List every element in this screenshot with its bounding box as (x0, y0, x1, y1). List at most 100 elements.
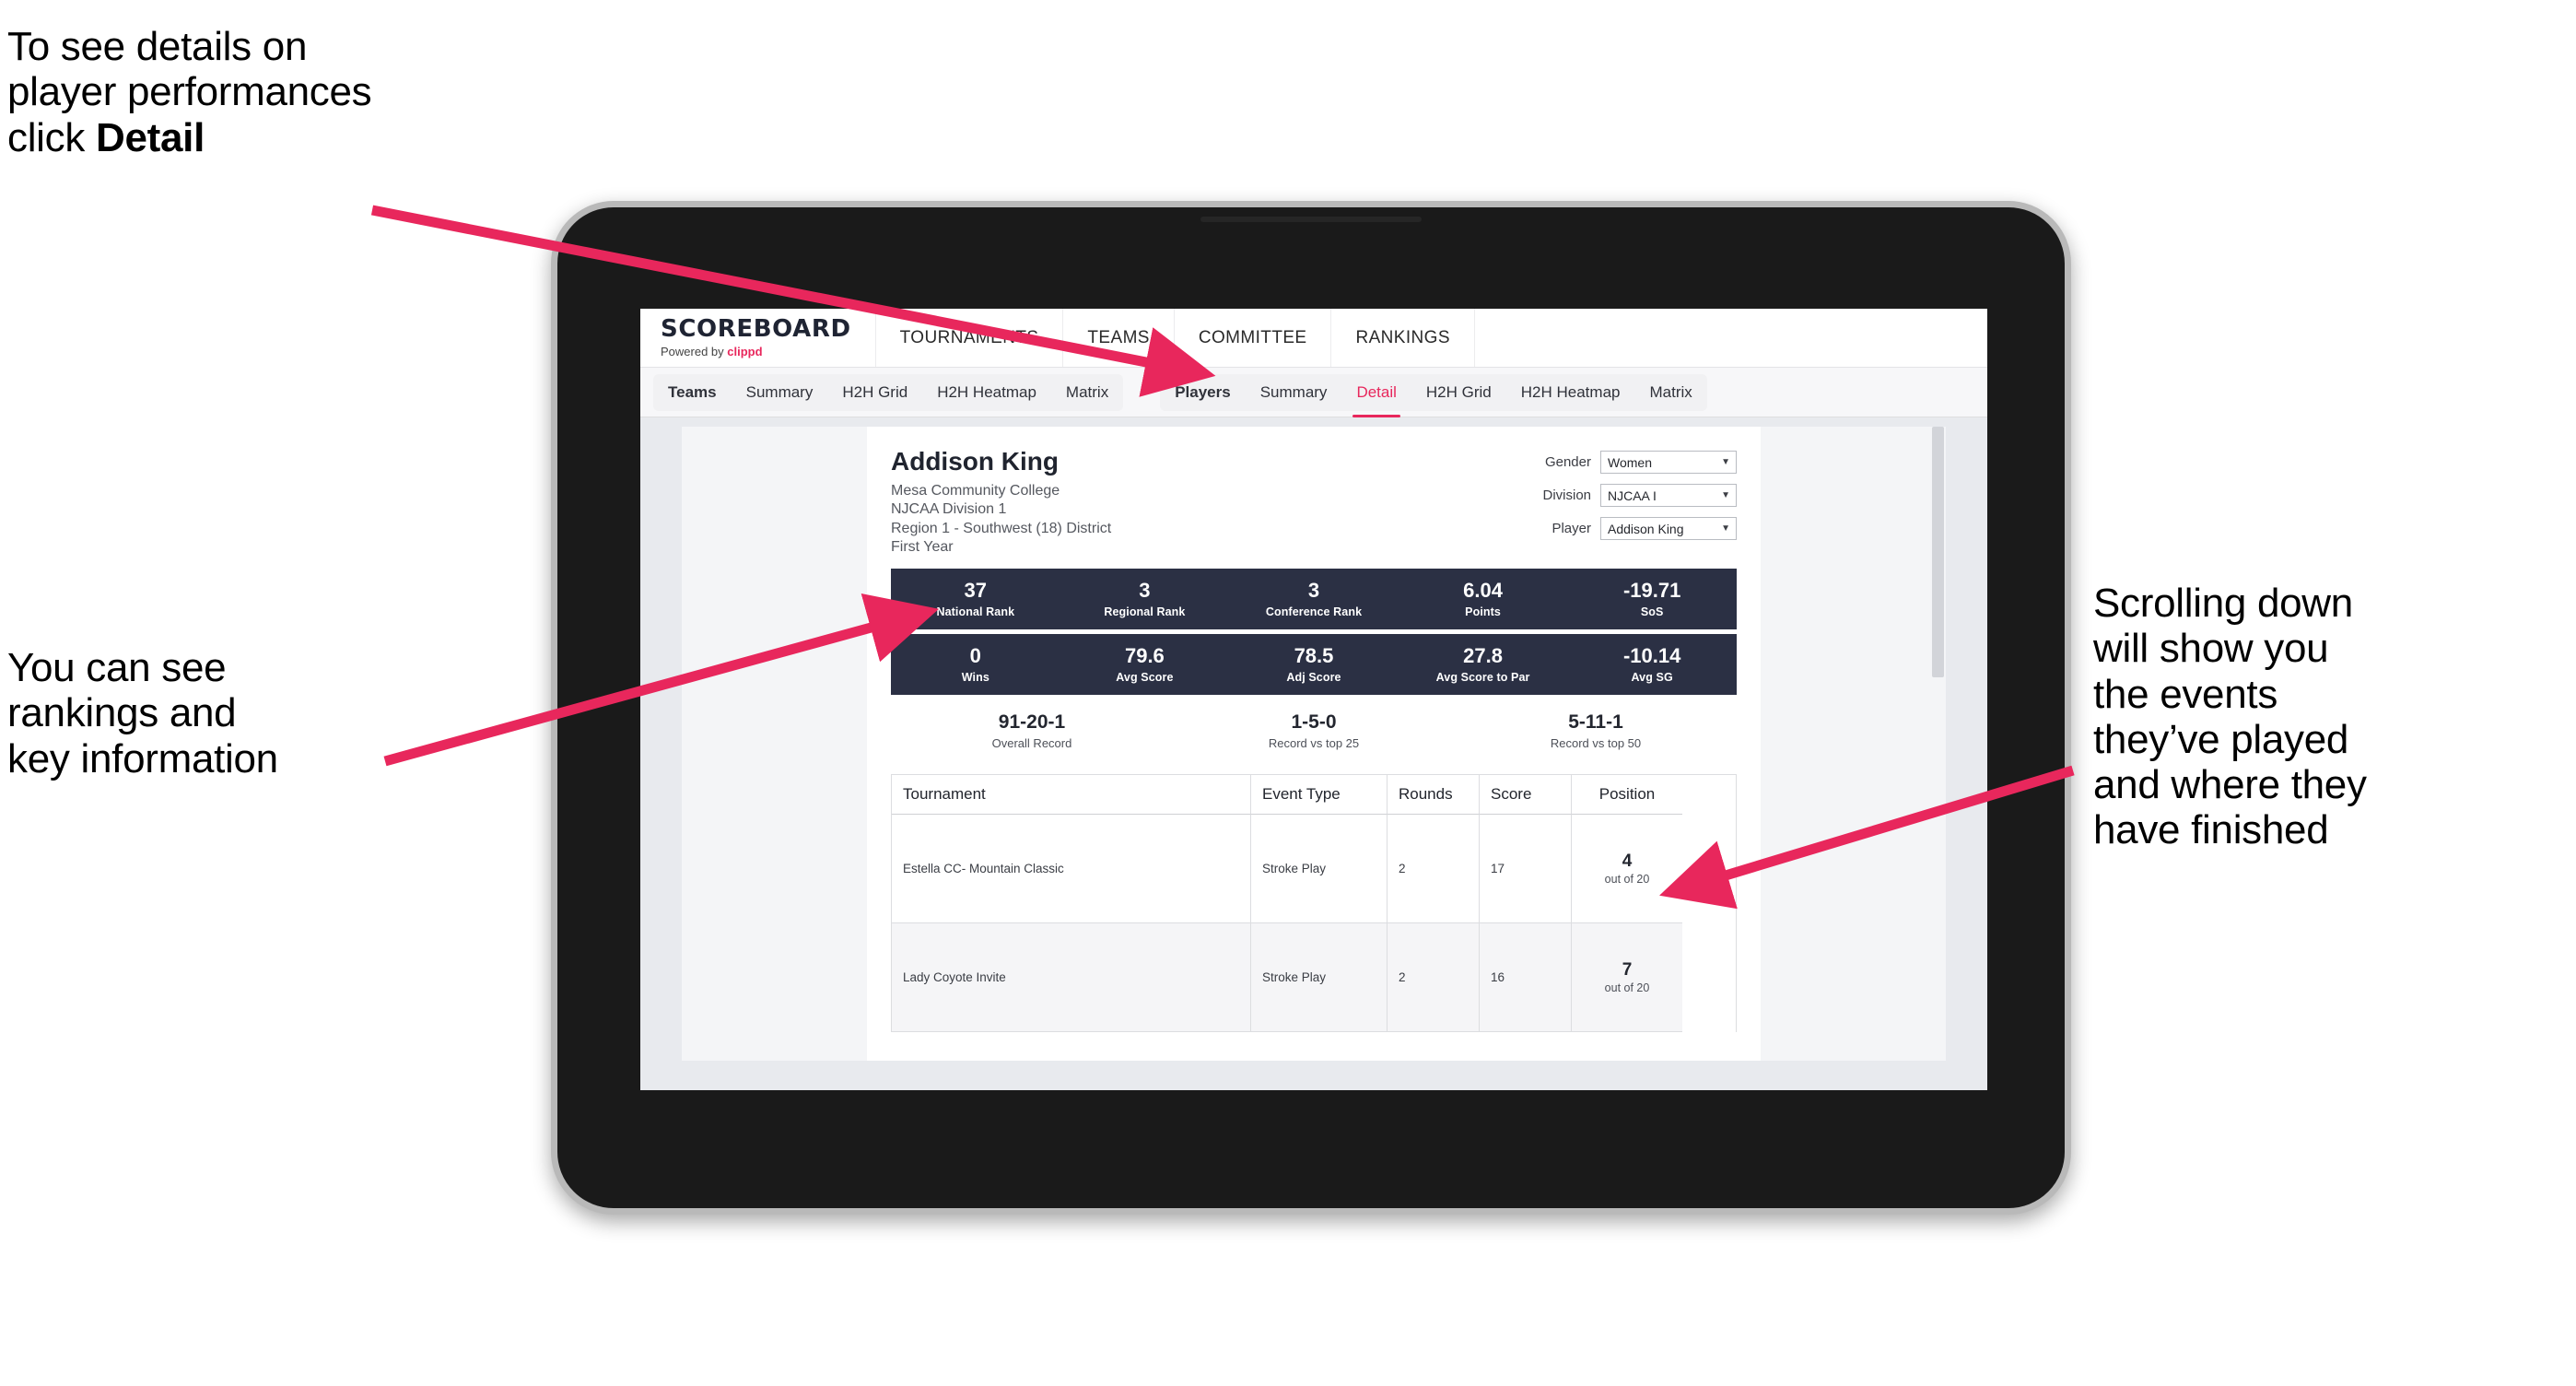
dashboard-body: Addison King Mesa Community College NJCA… (640, 417, 1987, 1090)
player-identity: Addison King Mesa Community College NJCA… (891, 447, 1111, 558)
record-label: Record vs top 25 (1268, 736, 1360, 751)
player-year: First Year (891, 539, 954, 556)
app-header: SCOREBOARD Powered by clippd TOURNAMENTS… (640, 309, 1987, 368)
stat-label: Avg SG (1631, 670, 1673, 684)
tablet-device-frame: SCOREBOARD Powered by clippd TOURNAMENTS… (551, 201, 2071, 1215)
nav-item-rankings[interactable]: RANKINGS (1331, 309, 1475, 367)
chevron-down-icon: ▼ (1721, 457, 1730, 467)
filter-gender: Gender Women ▼ (1542, 451, 1737, 474)
filter-panel: Gender Women ▼ Division NJCAA I ▼ Player… (1542, 447, 1737, 558)
cell-score: 17 (1480, 815, 1572, 924)
chevron-down-icon: ▼ (1721, 490, 1730, 500)
filter-player: Player Addison King ▼ (1542, 517, 1737, 540)
stat-conference-rank: 3 Conference Rank (1229, 578, 1399, 618)
nav-item-teams[interactable]: TEAMS (1063, 309, 1175, 367)
teams-tab-group: Teams Summary H2H Grid H2H Heatmap Matri… (653, 373, 1124, 411)
cell-position-subtext: out of 20 (1604, 981, 1650, 994)
stat-value: 79.6 (1124, 643, 1165, 667)
stat-label: Regional Rank (1104, 605, 1186, 618)
primary-nav: TOURNAMENTS TEAMS COMMITTEE RANKINGS (876, 309, 1475, 367)
record-value: 5-11-1 (1568, 711, 1623, 733)
stat-label: SoS (1640, 605, 1664, 618)
filter-player-value: Addison King (1608, 521, 1684, 536)
tournaments-table: Tournament Event Type Rounds Score Posit… (891, 774, 1737, 1033)
tab-players-h2h-grid[interactable]: H2H Grid (1411, 374, 1506, 411)
cell-position-subtext: out of 20 (1604, 872, 1650, 886)
cell-tournament: Lady Coyote Invite (892, 923, 1251, 1033)
filter-player-select[interactable]: Addison King ▼ (1600, 517, 1737, 540)
record-overall: 91-20-1 Overall Record (891, 711, 1173, 750)
tab-players-detail[interactable]: Detail (1341, 374, 1411, 417)
filter-gender-select[interactable]: Women ▼ (1600, 451, 1737, 474)
tab-teams-h2h-grid[interactable]: H2H Grid (827, 374, 922, 411)
tab-players-summary[interactable]: Summary (1246, 374, 1342, 411)
stat-label: Adj Score (1286, 670, 1341, 684)
stat-value: -10.14 (1622, 643, 1681, 667)
vertical-scrollbar[interactable] (1932, 427, 1944, 677)
stat-value: 37 (964, 578, 988, 602)
filter-division-select[interactable]: NJCAA I ▼ (1600, 484, 1737, 507)
table-row[interactable]: Estella CC- Mountain Classic Stroke Play… (892, 815, 1736, 924)
cell-position: 7 out of 20 (1572, 923, 1682, 1033)
table-row[interactable]: Lady Coyote Invite Stroke Play 2 16 7 ou… (892, 923, 1736, 1033)
cell-tournament: Estella CC- Mountain Classic (892, 815, 1251, 924)
tab-players-h2h-heatmap[interactable]: H2H Heatmap (1506, 374, 1635, 411)
stat-label: National Rank (936, 605, 1015, 618)
cell-score: 16 (1480, 923, 1572, 1033)
report-canvas: Addison King Mesa Community College NJCA… (682, 427, 1946, 1061)
record-vs-top-50: 5-11-1 Record vs top 50 (1455, 711, 1737, 750)
filter-division: Division NJCAA I ▼ (1542, 484, 1737, 507)
brand-title: SCOREBOARD (661, 315, 851, 343)
tab-teams-h2h-heatmap[interactable]: H2H Heatmap (922, 374, 1051, 411)
stat-avg-score: 79.6 Avg Score (1060, 643, 1230, 684)
nav-item-committee[interactable]: COMMITTEE (1175, 309, 1332, 367)
filter-gender-value: Women (1608, 454, 1652, 470)
stat-value: 0 (969, 643, 981, 667)
cell-rounds: 2 (1388, 923, 1480, 1033)
column-header-tournament: Tournament (892, 775, 1251, 816)
player-name: Addison King (891, 447, 1059, 476)
record-vs-top-25: 1-5-0 Record vs top 25 (1173, 711, 1455, 750)
tab-teams-matrix[interactable]: Matrix (1051, 374, 1123, 411)
record-label: Record vs top 50 (1550, 736, 1642, 751)
slide-canvas: To see details on player performances cl… (0, 0, 2576, 1386)
cell-position: 4 out of 20 (1572, 815, 1682, 924)
table-body: Estella CC- Mountain Classic Stroke Play… (892, 815, 1736, 1033)
tab-teams[interactable]: Teams (653, 374, 732, 411)
stats-row-primary: 37 National Rank 3 Regional Rank 3 Confe… (891, 568, 1737, 629)
cell-position-value: 4 (1622, 852, 1633, 872)
player-region: Region 1 - Southwest (18) District (891, 520, 1112, 536)
tablet-screen: SCOREBOARD Powered by clippd TOURNAMENTS… (640, 309, 1987, 1090)
column-header-rounds: Rounds (1388, 775, 1480, 816)
annotation-top-left: To see details on player performances cl… (7, 24, 597, 160)
stat-adj-score: 78.5 Adj Score (1229, 643, 1399, 684)
stat-value: 78.5 (1294, 643, 1334, 667)
nav-item-tournaments[interactable]: TOURNAMENTS (876, 309, 1064, 367)
tab-players[interactable]: Players (1160, 374, 1246, 411)
stat-value: -19.71 (1622, 578, 1681, 602)
brand-logo[interactable]: SCOREBOARD Powered by clippd (640, 309, 876, 367)
brand-subtitle: Powered by clippd (661, 345, 851, 358)
annotation-right: Scrolling down will show you the events … (2093, 581, 2367, 853)
tab-players-matrix[interactable]: Matrix (1634, 374, 1706, 411)
stat-avg-sg: -10.14 Avg SG (1567, 643, 1737, 684)
player-header: Addison King Mesa Community College NJCA… (891, 447, 1737, 558)
column-header-score: Score (1480, 775, 1572, 816)
secondary-nav: Teams Summary H2H Grid H2H Heatmap Matri… (640, 368, 1987, 417)
stat-sos: -19.71 SoS (1567, 578, 1737, 618)
player-division: NJCAA Division 1 (891, 501, 1007, 518)
tab-teams-summary[interactable]: Summary (732, 374, 828, 411)
stat-value: 3 (1307, 578, 1320, 602)
stat-avg-score-to-par: 27.8 Avg Score to Par (1399, 644, 1568, 684)
cell-event-type: Stroke Play (1251, 815, 1388, 924)
record-value: 91-20-1 (998, 711, 1066, 733)
players-tab-group: Players Summary Detail H2H Grid H2H Heat… (1160, 373, 1707, 417)
stat-label: Points (1465, 605, 1501, 618)
filter-gender-label: Gender (1544, 454, 1591, 470)
stat-wins: 0 Wins (891, 643, 1060, 684)
player-school: Mesa Community College (891, 483, 1060, 499)
stat-label: Wins (961, 670, 989, 684)
brand-powered-prefix: Powered by (661, 345, 728, 358)
stat-label: Conference Rank (1265, 605, 1363, 618)
stat-value: 6.04 (1463, 578, 1503, 602)
